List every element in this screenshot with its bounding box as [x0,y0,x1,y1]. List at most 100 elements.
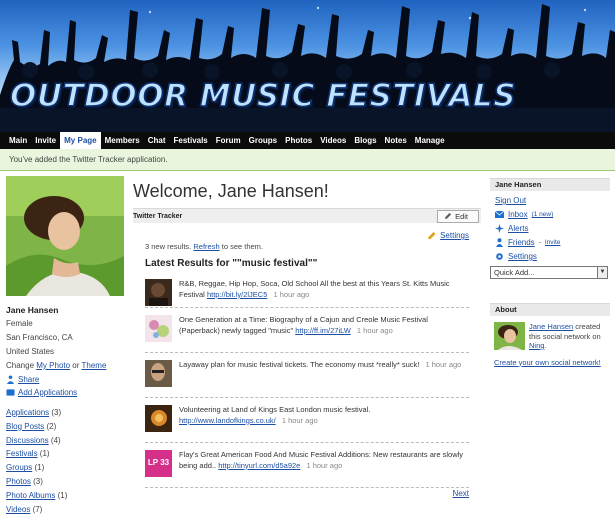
share-icon [6,375,15,384]
blog-posts-link[interactable]: Blog Posts [6,422,44,431]
site-title[interactable]: OUTDOOR MUSIC FESTIVALS [9,77,516,115]
settings-row[interactable]: Settings [495,252,610,261]
photo-albums-count: (1) [57,490,68,500]
discussions-link[interactable]: Discussions [6,436,49,445]
edit-button[interactable]: Edit [437,209,479,223]
videos-link[interactable]: Videos [6,505,30,514]
applications-count: (3) [51,408,62,417]
profile-name: Jane Hansen [6,305,59,315]
nav-item-groups[interactable]: Groups [245,132,281,149]
feed-item: R&B, Reggae, Hip Hop, Soca, Old School A… [145,277,469,308]
nav-item-notes[interactable]: Notes [381,132,411,149]
nav-item-members[interactable]: Members [101,132,144,149]
sidebar-links: Sign Out Inbox (1 new) Alerts Friends - … [490,196,610,261]
feed-thumbnail[interactable]: LP 33 [145,450,172,477]
sidebar-user-name: Jane Hansen [490,178,610,191]
feed-link[interactable]: http://www.landofkings.co.uk/ [179,416,276,425]
blog-posts-count: (2) [46,421,57,431]
count-row: Discussions (4) [6,434,126,448]
feed-text: Layaway plan for music festival tickets.… [179,360,420,369]
refresh-link[interactable]: Refresh [193,242,219,251]
add-applications-link[interactable]: Add Applications [18,388,77,397]
results-feed: R&B, Reggae, Hip Hop, Soca, Old School A… [133,277,469,488]
friends-link[interactable]: Friends [508,238,535,247]
settings-link[interactable]: Settings [508,252,537,261]
photos-link[interactable]: Photos [6,477,31,486]
creator-link[interactable]: Jane Hansen [529,322,573,331]
count-row: Groups (1) [6,461,126,475]
theme-link[interactable]: Theme [82,361,107,370]
my-photo-link[interactable]: My Photo [36,361,70,370]
nav-item-photos[interactable]: Photos [281,132,316,149]
nav-item-manage[interactable]: Manage [411,132,449,149]
nav-item-chat[interactable]: Chat [144,132,170,149]
chevron-down-icon: ▼ [597,267,607,278]
refresh-suffix: to see them. [221,242,264,251]
feed-link[interactable]: http://tinyurl.com/d5a92e [218,461,300,470]
feed-thumbnail[interactable] [145,279,172,306]
feed-time: 1 hour ago [306,460,343,470]
tracker-settings-row: Settings [133,231,481,240]
feed-thumbnail[interactable] [145,315,172,342]
or-label: or [72,361,80,370]
festivals-link[interactable]: Festivals [6,449,38,458]
nav-item-main[interactable]: Main [5,132,31,149]
content-counts: Applications (3) Blog Posts (2) Discussi… [6,406,126,514]
applications-icon [6,389,15,396]
about-section: About Jane Hansen created this social ne… [490,303,610,367]
user-sidebar: Jane Hansen Sign Out Inbox (1 new) Alert… [490,178,610,367]
nav-item-forum[interactable]: Forum [212,132,245,149]
feed-thumbnail[interactable] [145,360,172,387]
new-results-text: 3 new results. [145,242,192,251]
inbox-new-count[interactable]: (1 new) [532,211,554,218]
ning-link[interactable]: Ning [529,341,544,350]
share-link[interactable]: Share [18,375,39,384]
creator-avatar[interactable] [494,322,525,350]
videos-count: (7) [32,504,43,514]
feed-item: Layaway plan for music festival tickets.… [145,358,469,398]
groups-link[interactable]: Groups [6,463,32,472]
latest-results-heading: Latest Results for ""music festival"" [145,258,318,269]
discussions-count: (4) [50,435,61,445]
friends-row[interactable]: Friends - Invite [495,238,610,247]
add-applications-row[interactable]: Add Applications [6,388,126,397]
share-row[interactable]: Share [6,375,126,384]
nav-item-videos[interactable]: Videos [316,132,350,149]
page-title: Welcome, Jane Hansen! [133,181,329,201]
applications-link[interactable]: Applications [6,408,49,417]
main-column: Welcome, Jane Hansen! Twitter Tracker Ed… [133,178,481,498]
feed-item: LP 33 Flay's Great American Food And Mus… [145,448,469,488]
inbox-row[interactable]: Inbox (1 new) [495,210,610,219]
feed-item: Volunteering at Land of Kings East Londo… [145,403,469,443]
about-title: About [490,303,610,316]
profile-gender: Female [6,319,33,328]
alerts-link[interactable]: Alerts [508,224,528,233]
inbox-link[interactable]: Inbox [508,210,528,219]
create-network-link[interactable]: Create your own social network! [494,358,601,367]
invite-link[interactable]: Invite [545,239,561,246]
alerts-row[interactable]: Alerts [495,224,610,233]
main-nav: Main Invite My Page Members Chat Festiva… [0,132,615,149]
feed-text: Volunteering at Land of Kings East Londo… [179,405,371,414]
feed-link[interactable]: http://bit.ly/2lJEC5 [207,290,267,299]
tracker-settings-link[interactable]: Settings [440,231,469,240]
feed-thumbnail[interactable] [145,405,172,432]
feed-time: 1 hour ago [281,415,318,425]
twitter-tracker-title: Twitter Tracker [133,212,183,220]
profile-country: United States [6,347,55,356]
nav-item-festivals[interactable]: Festivals [170,132,212,149]
sign-out-link[interactable]: Sign Out [495,196,526,205]
profile-photo[interactable] [6,176,124,296]
photo-albums-link[interactable]: Photo Albums [6,491,55,500]
count-row: Photos (3) [6,475,126,489]
nav-item-blogs[interactable]: Blogs [350,132,380,149]
nav-item-invite[interactable]: Invite [31,132,60,149]
edit-label: Edit [455,211,468,221]
nav-item-my-page[interactable]: My Page [60,132,101,149]
feed-link[interactable]: http://ff.im/27iLW [295,326,351,335]
count-row: Applications (3) [6,406,126,420]
new-results-notice: 3 new results. Refresh to see them. [133,242,481,251]
quick-add-select[interactable]: Quick Add... ▼ [490,266,608,279]
profile-column: Jane Hansen Female San Francisco, CA Uni… [6,176,126,514]
next-page-link[interactable]: Next [453,489,469,498]
